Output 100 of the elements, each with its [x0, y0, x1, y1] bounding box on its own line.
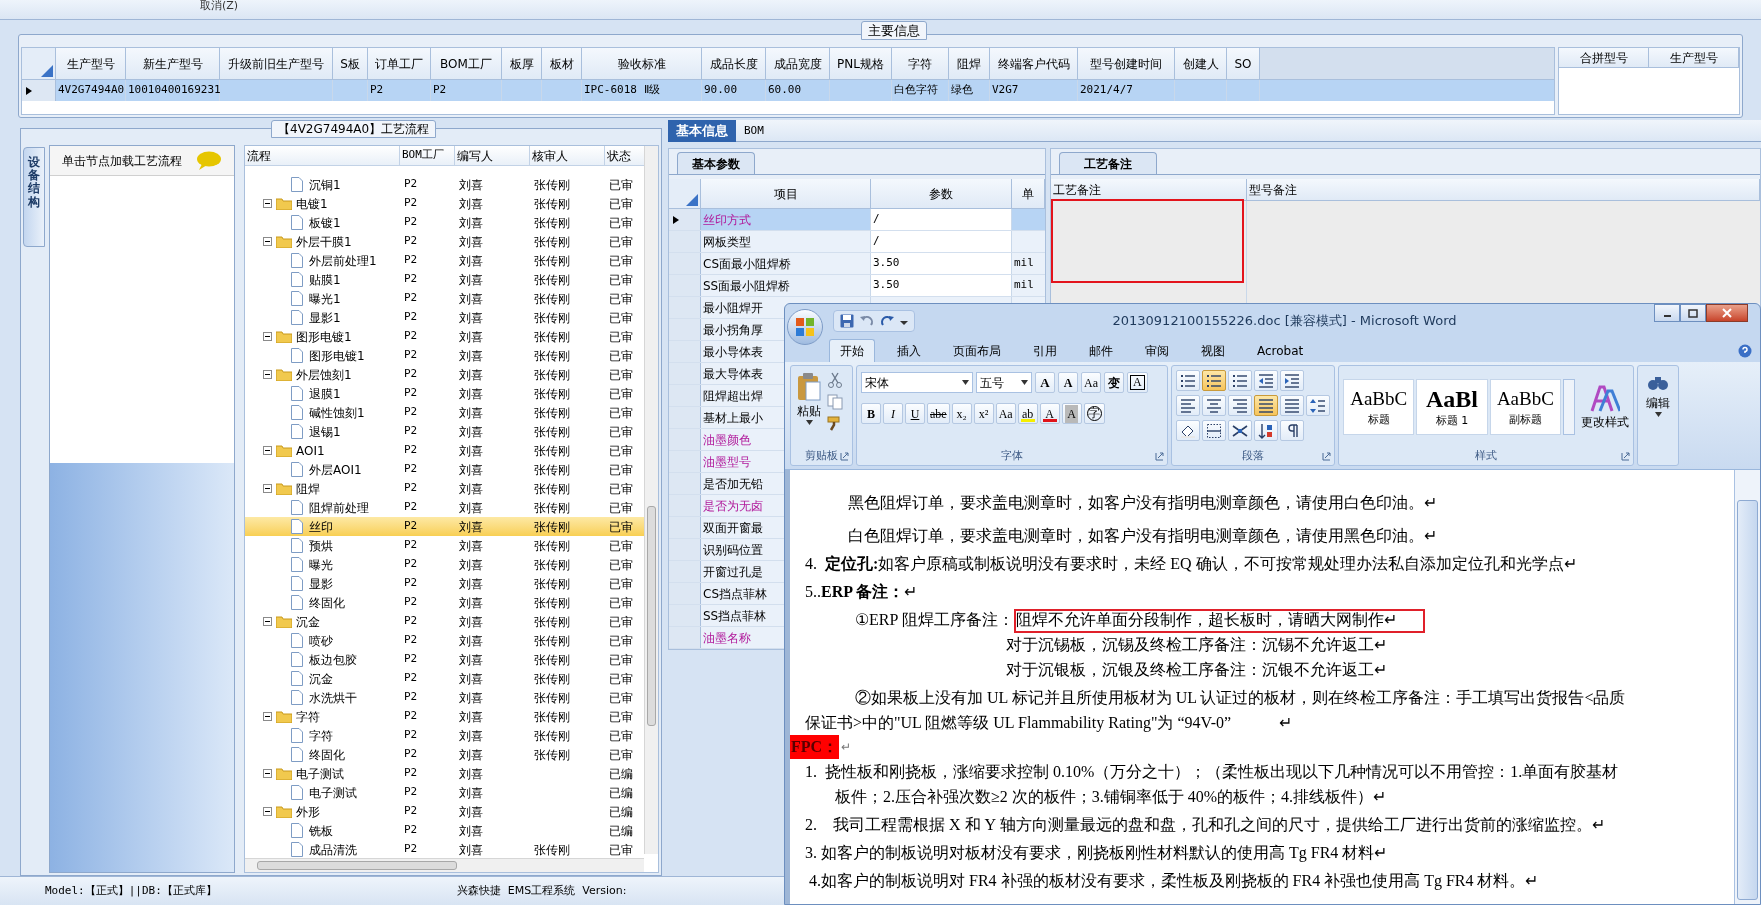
paragraph-tool[interactable] [1228, 420, 1252, 441]
tree-row[interactable]: 碱性蚀刻1 P2 刘喜 张传刚 已审 [245, 403, 645, 422]
paragraph-tool[interactable] [1202, 395, 1226, 416]
format-button[interactable]: 字 [1083, 403, 1105, 424]
ribbon-tab[interactable]: 开始 [829, 339, 875, 362]
column-header[interactable]: 终端客户代码 [990, 48, 1078, 80]
horizontal-scrollbar[interactable] [245, 858, 644, 872]
side-tab[interactable]: 设备结构 [23, 147, 45, 247]
expand-toggle[interactable] [263, 370, 272, 379]
paragraph-tool[interactable] [1280, 395, 1304, 416]
ribbon-tab[interactable]: 引用 [1023, 339, 1067, 362]
column-header[interactable]: 板材 [542, 48, 582, 80]
maximize-button[interactable] [1680, 304, 1706, 322]
paragraph-tool[interactable] [1254, 420, 1278, 441]
style-swatch[interactable]: AaBbC 标题 [1343, 379, 1415, 435]
paragraph-tool[interactable] [1176, 420, 1200, 441]
tree-row[interactable]: 电子测试 P2 刘喜 已编 [245, 783, 645, 802]
column-header[interactable]: BOM工厂 [400, 146, 455, 165]
format-button[interactable]: x₂ [951, 403, 972, 424]
tree-row[interactable]: 电子测试 P2 刘喜 已编 [245, 764, 645, 783]
column-header[interactable]: 单 [1012, 179, 1045, 209]
expand-toggle[interactable] [263, 237, 272, 246]
tree-row[interactable]: 板镀1 P2 刘喜 张传刚 已审 [245, 213, 645, 232]
column-header[interactable]: 工艺备注 [1051, 179, 1247, 201]
tree-row[interactable]: 曝光 P2 刘喜 张传刚 已审 [245, 555, 645, 574]
tree-row[interactable]: 贴膜1 P2 刘喜 张传刚 已审 [245, 270, 645, 289]
tree-row[interactable]: 成品清洗 P2 刘喜 张传刚 已审 [245, 840, 645, 859]
tree-row[interactable]: 阻焊 P2 刘喜 张传刚 已审 [245, 479, 645, 498]
format-button[interactable]: B [861, 403, 881, 424]
tree-row[interactable]: 板边包胶 P2 刘喜 张传刚 已审 [245, 650, 645, 669]
column-header[interactable]: 创建人 [1175, 48, 1227, 80]
tree-row[interactable]: 外层蚀刻1 P2 刘喜 张传刚 已审 [245, 365, 645, 384]
style-swatch[interactable]: AaBl 标题 1 [1416, 379, 1488, 435]
table-row[interactable]: 4V2G7494A0 10010400169231 P2 P2 IPC-6018 Ⅱ级 90.00 60.00 白色字符 绿色 V2G7 2021/4/7 [22, 80, 1554, 101]
tree-row[interactable]: 沉铜1 P2 刘喜 张传刚 已审 [245, 175, 645, 194]
column-header[interactable]: 核审人 [530, 146, 605, 165]
select-all-icon[interactable] [41, 65, 53, 77]
gallery-scrollbar[interactable] [1563, 379, 1575, 435]
column-header[interactable]: 成品长度 [702, 48, 766, 80]
expand-toggle[interactable] [263, 617, 272, 626]
paragraph-tool[interactable] [1176, 370, 1200, 391]
change-styles-button[interactable]: 更改样式 [1581, 383, 1629, 431]
dialog-launcher-icon[interactable] [1322, 452, 1331, 461]
vertical-scrollbar[interactable] [1734, 470, 1760, 904]
format-button[interactable]: A [1127, 372, 1148, 393]
paragraph-tool[interactable] [1280, 370, 1304, 391]
column-header[interactable]: BOM工厂 [431, 48, 502, 80]
table-row[interactable]: 丝印方式 / [669, 209, 1045, 231]
tree-row[interactable]: 丝印 P2 刘喜 张传刚 已审 [245, 517, 645, 536]
paste-button[interactable]: 粘贴 [791, 366, 827, 448]
tree-row[interactable]: 图形电镀1 P2 刘喜 张传刚 已审 [245, 327, 645, 346]
column-header[interactable]: S板 [333, 48, 368, 80]
undo-icon[interactable] [860, 314, 874, 328]
column-header[interactable]: 型号创建时间 [1078, 48, 1175, 80]
ribbon-tab[interactable]: 视图 [1191, 339, 1235, 362]
format-button[interactable]: ab [1017, 403, 1038, 424]
dialog-launcher-icon[interactable] [840, 452, 849, 461]
tree-row[interactable]: 退膜1 P2 刘喜 张传刚 已审 [245, 384, 645, 403]
paragraph-tool[interactable] [1306, 395, 1330, 416]
expand-toggle[interactable] [263, 769, 272, 778]
style-swatch[interactable]: AaBbC 副标题 [1489, 379, 1562, 435]
vertical-scrollbar[interactable] [644, 146, 658, 854]
tree-row[interactable]: 外层干膜1 P2 刘喜 张传刚 已审 [245, 232, 645, 251]
column-header[interactable]: 生产型号 [1649, 48, 1739, 68]
tree-row[interactable]: AOI1 P2 刘喜 张传刚 已审 [245, 441, 645, 460]
paragraph-tool[interactable] [1228, 395, 1252, 416]
editing-button[interactable]: 编辑 [1637, 365, 1679, 466]
tab[interactable]: BOM [736, 120, 772, 142]
paragraph-tool[interactable] [1228, 370, 1252, 391]
expand-toggle[interactable] [263, 484, 272, 493]
tree-row[interactable]: 终固化 P2 刘喜 张传刚 已审 [245, 745, 645, 764]
tab[interactable]: 基本参数 [677, 152, 755, 174]
column-header[interactable]: 升级前旧生产型号 [220, 48, 333, 80]
minimize-button[interactable] [1654, 304, 1680, 322]
expand-toggle[interactable] [263, 446, 272, 455]
expand-toggle[interactable] [263, 712, 272, 721]
paragraph-tool[interactable] [1202, 420, 1226, 441]
tree-row[interactable]: 外层前处理1 P2 刘喜 张传刚 已审 [245, 251, 645, 270]
expand-toggle[interactable] [263, 332, 272, 341]
tree-row[interactable]: 沉金 P2 刘喜 张传刚 已审 [245, 612, 645, 631]
tree-row[interactable]: 沉金 P2 刘喜 张传刚 已审 [245, 669, 645, 688]
tree-row[interactable]: 曝光1 P2 刘喜 张传刚 已审 [245, 289, 645, 308]
column-header[interactable]: PNL规格 [830, 48, 892, 80]
tree-row[interactable]: 阻焊前处理 P2 刘喜 张传刚 已审 [245, 498, 645, 517]
column-header[interactable]: 订单工厂 [368, 48, 431, 80]
format-button[interactable]: A [1035, 372, 1055, 393]
column-header[interactable]: 板厚 [502, 48, 542, 80]
column-header[interactable]: 项目 [701, 179, 871, 209]
format-button[interactable]: U [905, 403, 925, 424]
text-area[interactable] [1051, 201, 1247, 303]
dialog-launcher-icon[interactable] [1155, 452, 1164, 461]
expand-toggle[interactable] [263, 807, 272, 816]
select-all-icon[interactable] [686, 194, 698, 206]
column-header[interactable]: 成品宽度 [766, 48, 830, 80]
font-name-field[interactable]: 宋体 [861, 372, 973, 393]
tree-row[interactable]: 图形电镀1 P2 刘喜 张传刚 已审 [245, 346, 645, 365]
table-row[interactable]: 网板类型 / [669, 231, 1045, 253]
format-button[interactable]: x² [973, 403, 994, 424]
paragraph-tool[interactable] [1280, 420, 1304, 441]
column-header[interactable]: 编写人 [455, 146, 530, 165]
